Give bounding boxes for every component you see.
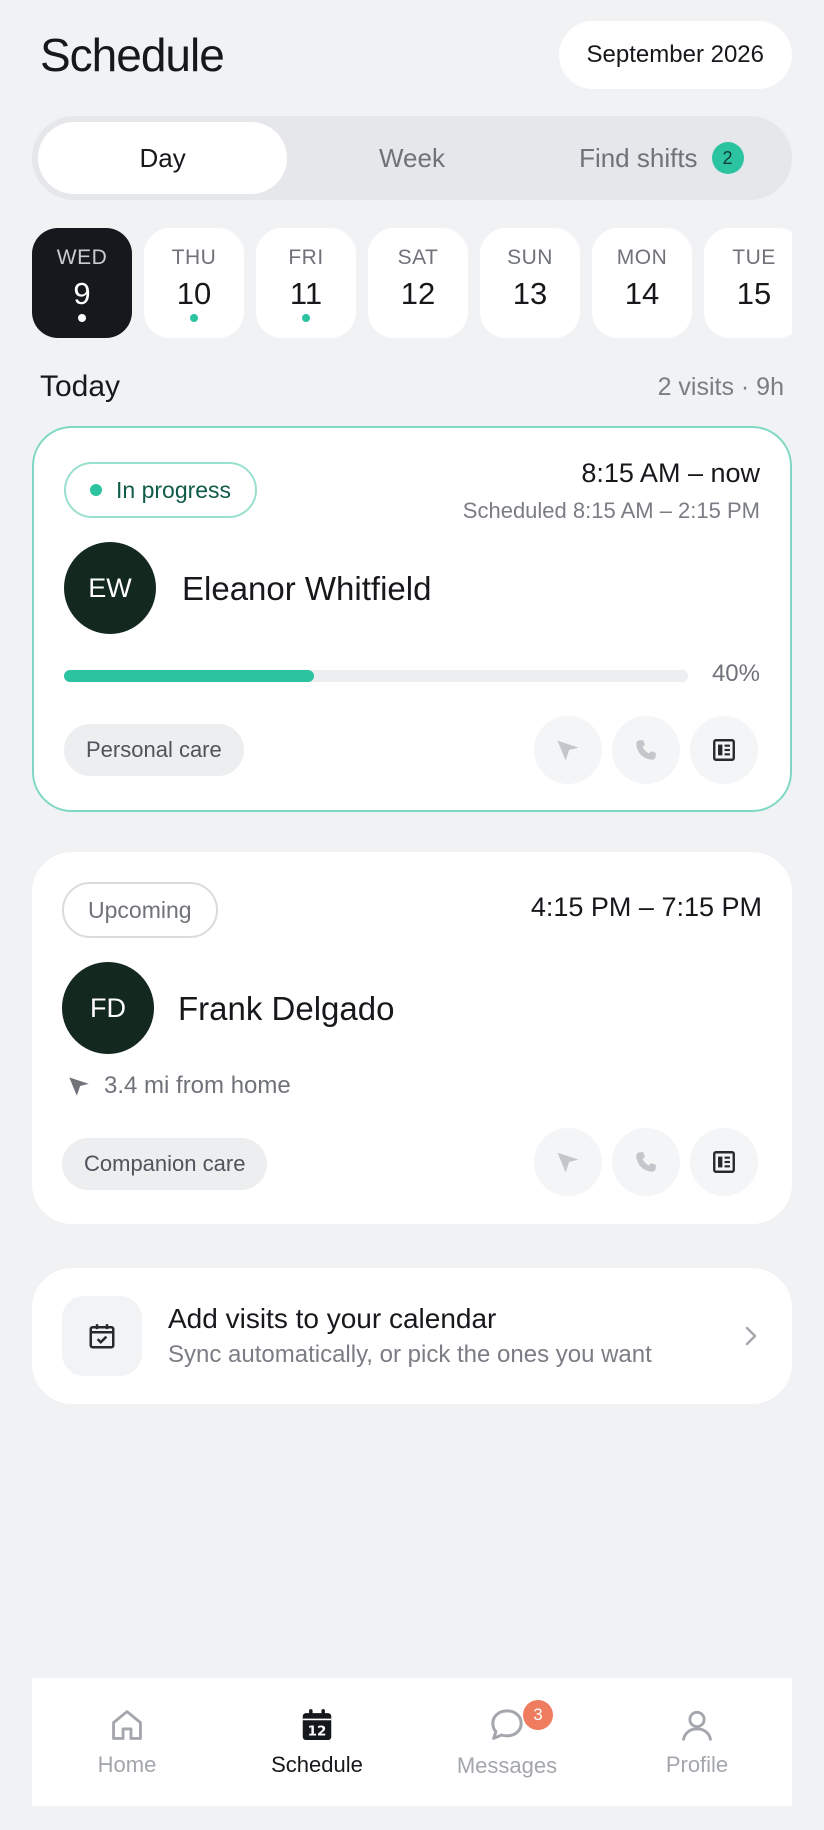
day-chip-number: 13 [512,276,548,311]
distance-text: 3.4 mi from home [104,1072,291,1099]
visits-summary: 2 visits · 9h [657,372,784,401]
day-chip-dow: WED [56,246,108,269]
day-chip-dow: MON [616,246,668,269]
visit-indicator-dot [78,314,86,322]
directions-button[interactable] [534,716,602,784]
chevron-right-icon [745,1326,757,1346]
chat-icon [491,1709,523,1740]
visit-card-in-progress[interactable]: In progress 8:15 AM – now Scheduled 8:15… [32,426,792,812]
view-segmented-control: Day Week Find shifts 2 [32,116,792,200]
calendar-check-icon [62,1296,142,1376]
calendar-icon-day: 12 [308,1724,327,1739]
visit-progress-fill [64,670,314,682]
day-chip-dow: SUN [507,246,553,269]
day-chip-sat[interactable]: SAT 12 [368,228,468,338]
day-chip-dow: SAT [397,246,439,269]
today-summary-row: Today 2 visits · 9h [40,370,784,404]
calendar-sync-card[interactable]: Add visits to your calendar Sync automat… [32,1268,792,1404]
visit-notes-button[interactable] [690,716,758,784]
status-dot [90,484,102,496]
day-chip-dow: FRI [288,246,324,269]
notes-icon [713,739,735,761]
tab-profile[interactable]: Profile [602,1678,792,1806]
calendar-sync-text: Add visits to your calendar Sync automat… [168,1303,740,1369]
calendar-sync-title: Add visits to your calendar [168,1303,497,1334]
client-name: Frank Delgado [178,990,395,1027]
day-chip-thu[interactable]: THU 10 [144,228,244,338]
tab-find-shifts-label: Find shifts [579,142,698,173]
bottom-tab-bar: Home 12 Schedule 3 Messages Profile [32,1678,792,1806]
messages-unread-badge: 3 [523,1700,553,1730]
care-type-tag: Personal care [64,724,244,776]
tab-schedule-label: Schedule [271,1752,363,1777]
tab-home[interactable]: Home [32,1678,222,1806]
visit-progress-bar [64,670,688,682]
day-chip-mon[interactable]: MON 14 [592,228,692,338]
navigation-arrow-icon [557,740,579,761]
tab-day-label: Day [139,142,186,173]
home-icon [112,1710,142,1740]
find-shifts-count-badge: 2 [711,142,744,174]
status-label: In progress [116,476,232,503]
avatar: EW [64,542,156,634]
notes-icon [713,1151,735,1173]
visit-card-upcoming[interactable]: Upcoming 4:15 PM – 7:15 PM FD Frank Delg… [32,852,792,1224]
directions-button[interactable] [534,1128,602,1196]
month-picker-button[interactable]: September 2026 [558,21,792,89]
tab-profile-label: Profile [665,1752,729,1777]
navigation-arrow-icon [557,1152,579,1173]
day-chip-number: 14 [624,276,660,311]
calendar-sync-subtitle: Sync automatically, or pick the ones you… [168,1341,652,1368]
day-chip-number: 12 [400,276,436,311]
tab-schedule[interactable]: 12 Schedule [222,1678,412,1806]
section-title-today: Today [40,370,121,403]
day-chip-wed[interactable]: WED 9 [32,228,132,338]
visit-notes-button[interactable] [690,1128,758,1196]
care-type-tag: Companion care [62,1138,268,1190]
phone-icon [636,1152,656,1172]
tab-messages-label: Messages [456,1753,558,1778]
calendar-icon: 12 [302,1709,332,1741]
day-chip-number: 15 [736,276,772,311]
phone-icon [636,740,656,760]
status-badge: In progress [64,462,258,518]
visit-indicator-dot [190,314,198,322]
page-title: Schedule [40,29,225,81]
day-chip-fri[interactable]: FRI 11 [256,228,356,338]
visit-scheduled-time: Scheduled 8:15 AM – 2:15 PM [462,498,760,523]
visit-indicator-dot [302,314,310,322]
day-chip-dow: THU [171,246,217,269]
visit-time: 8:15 AM – now [581,458,760,488]
day-chip-number: 10 [176,276,212,311]
day-chip-number: 11 [289,276,323,311]
status-label: Upcoming [88,896,192,923]
call-button[interactable] [612,716,680,784]
avatar-initials: FD [90,992,126,1023]
distance-info: 3.4 mi from home [66,1072,291,1100]
tab-day[interactable]: Day [38,122,288,194]
visit-progress-percent: 40% [711,660,760,687]
tab-week[interactable]: Week [287,122,536,194]
day-chip-number: 9 [73,276,91,311]
tab-find-shifts[interactable]: Find shifts 2 [537,122,786,194]
avatar-initials: EW [88,572,132,603]
call-button[interactable] [612,1128,680,1196]
tab-week-label: Week [378,142,445,173]
day-chip-dow: TUE [732,246,776,269]
day-chip-sun[interactable]: SUN 13 [480,228,580,338]
header: Schedule September 2026 [40,20,792,90]
user-icon [682,1710,712,1741]
tab-home-label: Home [97,1752,157,1777]
visit-time: 4:15 PM – 7:15 PM [530,892,762,922]
avatar: FD [62,962,154,1054]
day-chip-tue[interactable]: TUE 15 [704,228,792,338]
status-badge: Upcoming [62,882,218,938]
navigation-arrow-icon [69,1077,89,1096]
day-strip: WED 9 THU 10 FRI 11 SAT 12 SUN 13 MON 14… [32,228,792,340]
client-name: Eleanor Whitfield [182,570,432,607]
tab-messages[interactable]: 3 Messages [412,1678,602,1806]
